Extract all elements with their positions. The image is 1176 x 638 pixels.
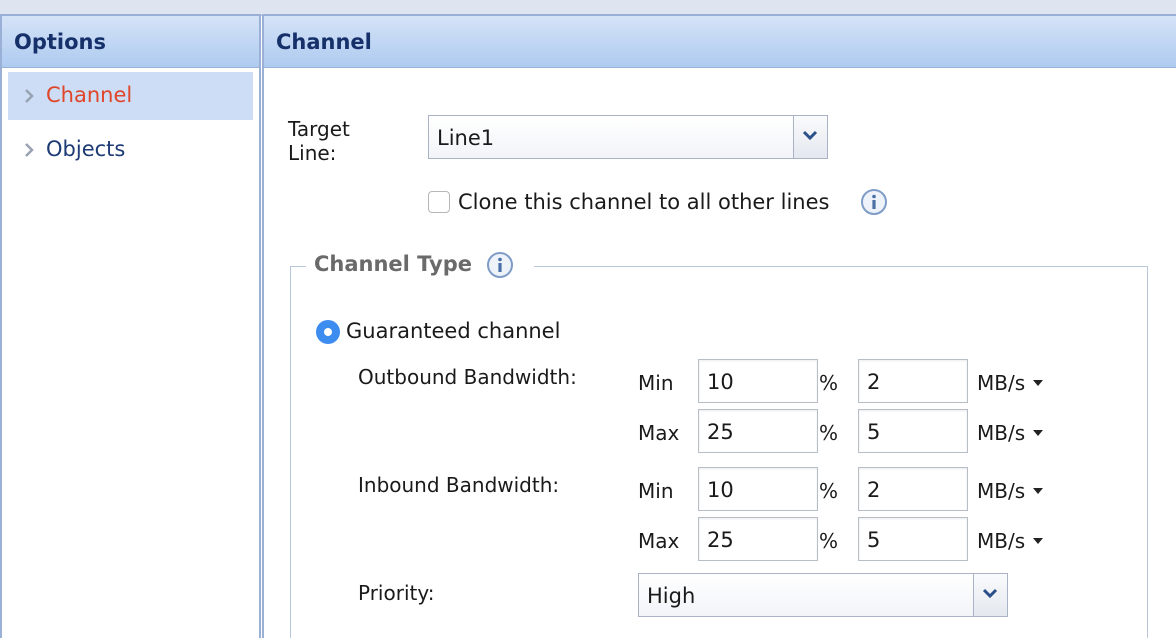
clone-checkbox[interactable] [428, 191, 450, 213]
outbound-min-value: 2 [867, 370, 881, 394]
outbound-min-value-input[interactable]: 2 [858, 359, 968, 403]
unit-caret-icon [1033, 537, 1044, 544]
sidebar-item-channel[interactable]: Channel [8, 72, 253, 120]
target-line-label: Target Line: [288, 117, 350, 165]
unit-caret-icon [1033, 487, 1044, 494]
inbound-min-value-input[interactable]: 2 [858, 467, 968, 511]
priority-dropdown-button[interactable] [973, 574, 1007, 616]
chevron-right-icon [25, 89, 34, 103]
info-icon[interactable] [486, 251, 514, 279]
chevron-down-icon [802, 130, 818, 141]
sidebar-item-label: Objects [46, 137, 126, 161]
inbound-min-value: 2 [867, 478, 881, 502]
target-line-value: Line1 [437, 126, 495, 150]
inbound-bandwidth-label: Inbound Bandwidth: [358, 473, 560, 497]
percent-symbol: % [819, 371, 839, 395]
outbound-max-unit-select[interactable]: MB/s [977, 421, 1044, 445]
unit-caret-icon [1033, 429, 1044, 436]
sidebar-item-label: Channel [46, 83, 133, 107]
guaranteed-channel-label: Guaranteed channel [346, 319, 561, 343]
inbound-min-percent-value: 10 [707, 478, 734, 502]
outbound-max-percent-value: 25 [707, 420, 734, 444]
priority-label: Priority: [358, 581, 435, 605]
unit-label: MB/s [977, 479, 1026, 503]
channel-header: Channel [264, 16, 1176, 68]
inbound-min-label: Min [638, 479, 674, 503]
target-line-dropdown-button[interactable] [793, 116, 827, 158]
info-icon[interactable] [860, 188, 888, 216]
inbound-max-value: 5 [867, 528, 881, 552]
unit-label: MB/s [977, 421, 1026, 445]
clone-label: Clone this channel to all other lines [458, 190, 830, 214]
guaranteed-channel-radio[interactable] [316, 320, 340, 344]
options-title: Options [14, 30, 106, 54]
outbound-max-percent-input[interactable]: 25 [698, 409, 818, 453]
percent-symbol: % [819, 529, 839, 553]
inbound-max-label: Max [638, 529, 680, 553]
target-line-label-line1: Target [288, 117, 350, 141]
channel-type-legend: Channel Type [306, 250, 534, 280]
unit-label: MB/s [977, 371, 1026, 395]
chevron-down-icon [982, 588, 998, 599]
outbound-max-value: 5 [867, 420, 881, 444]
inbound-min-percent-input[interactable]: 10 [698, 467, 818, 511]
unit-label: MB/s [977, 529, 1026, 553]
target-line-select[interactable]: Line1 [428, 115, 828, 159]
percent-symbol: % [819, 479, 839, 503]
target-line-label-line2: Line: [288, 141, 337, 165]
inbound-max-percent-value: 25 [707, 528, 734, 552]
outbound-min-percent-value: 10 [707, 370, 734, 394]
outbound-bandwidth-label: Outbound Bandwidth: [358, 365, 577, 389]
channel-title: Channel [276, 30, 372, 54]
sidebar-item-objects[interactable]: Objects [8, 126, 253, 174]
outbound-min-unit-select[interactable]: MB/s [977, 371, 1044, 395]
inbound-max-percent-input[interactable]: 25 [698, 517, 818, 561]
unit-caret-icon [1033, 379, 1044, 386]
outbound-max-value-input[interactable]: 5 [858, 409, 968, 453]
channel-type-legend-text: Channel Type [314, 252, 472, 276]
outbound-min-label: Min [638, 371, 674, 395]
options-panel: Options Channel Objects [0, 14, 261, 638]
inbound-max-value-input[interactable]: 5 [858, 517, 968, 561]
inbound-min-unit-select[interactable]: MB/s [977, 479, 1044, 503]
chevron-right-icon [25, 143, 34, 157]
priority-select[interactable]: High [638, 573, 1008, 617]
priority-value: High [647, 584, 696, 608]
percent-symbol: % [819, 421, 839, 445]
outbound-max-label: Max [638, 421, 680, 445]
outbound-min-percent-input[interactable]: 10 [698, 359, 818, 403]
inbound-max-unit-select[interactable]: MB/s [977, 529, 1044, 553]
options-header: Options [2, 16, 259, 68]
